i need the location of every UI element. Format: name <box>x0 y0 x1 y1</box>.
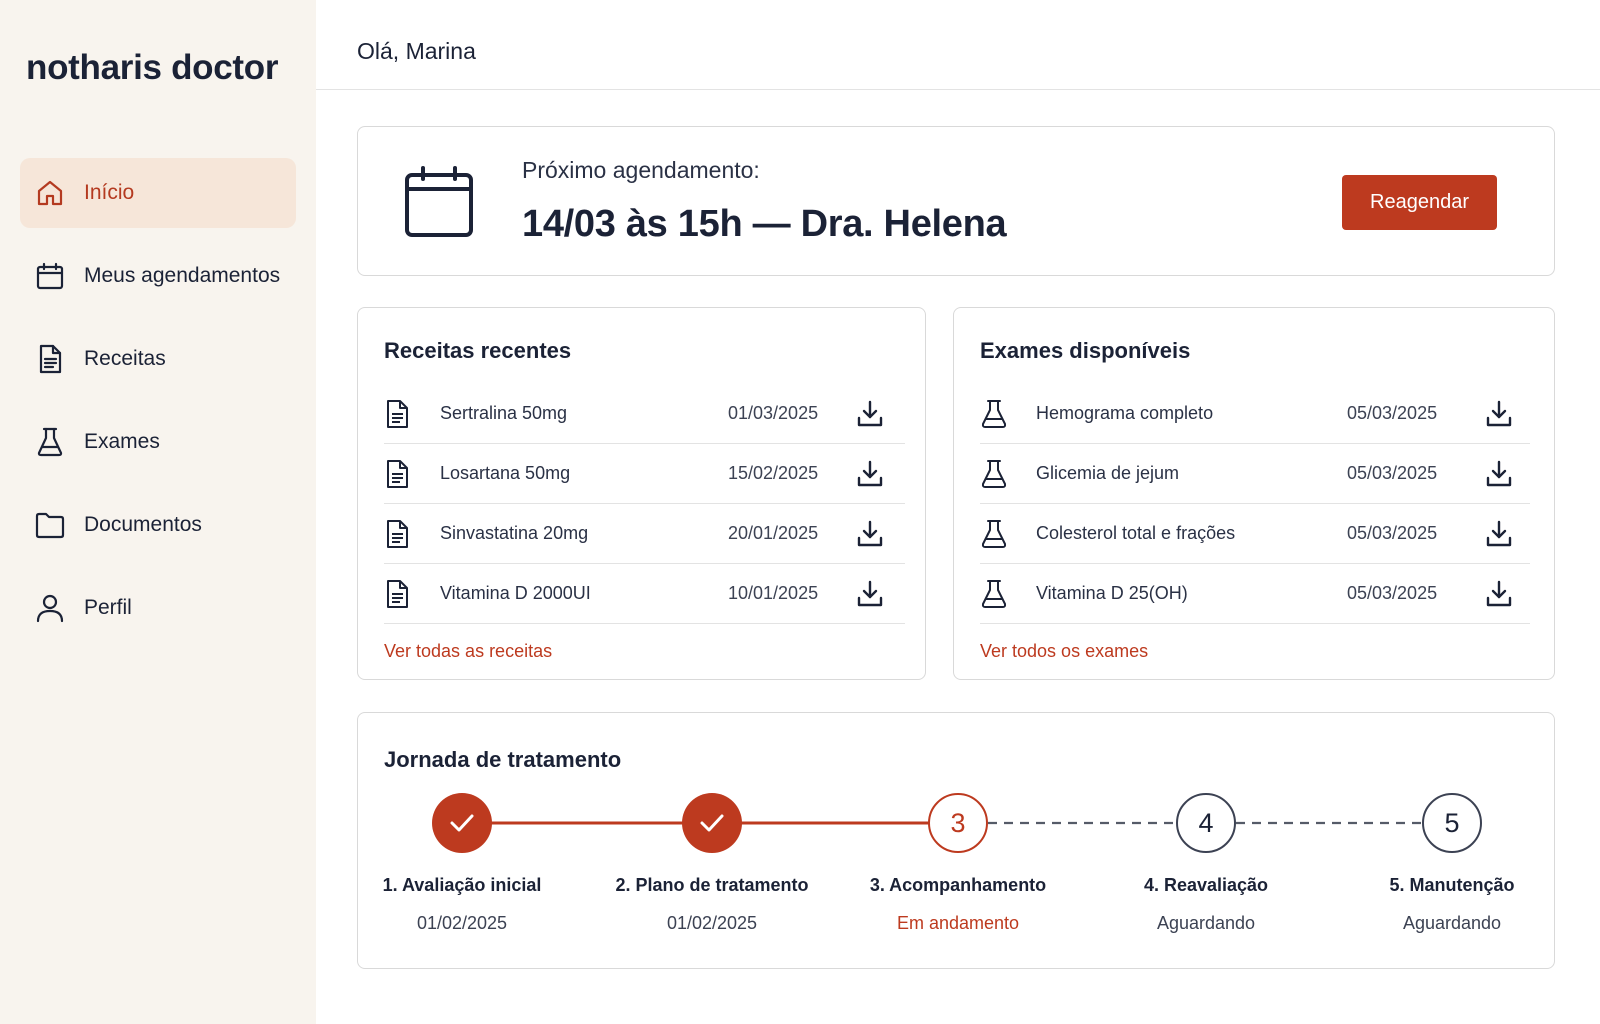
sidebar-item-documentos[interactable]: Documentos <box>20 490 296 560</box>
download-icon[interactable] <box>1483 458 1515 490</box>
list-item: Vitamina D 25(OH) 05/03/2025 <box>980 564 1530 624</box>
prescription-date: 01/03/2025 <box>728 403 819 423</box>
prescription-date: 15/02/2025 <box>728 463 819 483</box>
list-item: Glicemia de jejum 05/03/2025 <box>980 444 1530 504</box>
card-title: Receitas recentes <box>384 338 572 363</box>
flask-icon <box>34 426 66 458</box>
journey-step-status: Aguardando <box>1402 913 1502 933</box>
exam-name: Glicemia de jejum <box>1036 463 1180 483</box>
greeting: Olá, Marina <box>357 38 476 64</box>
flask-icon <box>980 459 1008 489</box>
download-icon[interactable] <box>1483 518 1515 550</box>
journey-step-label: 5. Manutenção <box>1389 875 1515 895</box>
journey-step-label: 4. Reavaliação <box>1143 875 1269 895</box>
download-icon[interactable] <box>854 398 886 430</box>
journey-step-date: 01/02/2025 <box>666 913 758 933</box>
journey-step-label: 2. Plano de tratamento <box>615 875 809 895</box>
exam-name: Colesterol total e frações <box>1036 523 1236 543</box>
flask-icon <box>980 519 1008 549</box>
brand-logo: notharis doctor <box>26 48 279 87</box>
sidebar-item-label: Início <box>84 181 135 204</box>
document-icon <box>384 459 412 489</box>
view-all-prescriptions-link[interactable]: Ver todas as receitas <box>384 641 552 662</box>
sidebar-item-perfil[interactable]: Perfil <box>20 573 296 643</box>
list-item: Sinvastatina 20mg 20/01/2025 <box>384 504 905 564</box>
flask-icon <box>980 399 1008 429</box>
calendar-icon <box>404 165 474 244</box>
list-item: Hemograma completo 05/03/2025 <box>980 384 1530 444</box>
exam-name: Vitamina D 25(OH) <box>1036 583 1188 603</box>
journey-step-label: 1. Avaliação inicial <box>382 875 542 895</box>
sidebar-item-label: Meus agendamentos <box>84 264 281 287</box>
prescription-date: 20/01/2025 <box>728 523 819 543</box>
check-icon <box>700 814 724 832</box>
journey-step-5-marker: 5 <box>1422 793 1482 853</box>
folder-icon <box>34 509 66 541</box>
sidebar-item-label: Documentos <box>84 513 202 536</box>
journey-step-2-marker <box>682 793 742 853</box>
flask-icon <box>980 579 1008 609</box>
journey-step-label: 3. Acompanhamento <box>869 875 1047 895</box>
reschedule-button[interactable]: Reagendar <box>1342 175 1497 230</box>
journey-step-date: 01/02/2025 <box>416 913 508 933</box>
journey-step-1-marker <box>432 793 492 853</box>
exam-name: Hemograma completo <box>1036 403 1214 423</box>
exam-date: 05/03/2025 <box>1347 403 1438 423</box>
sidebar-nav: Início Meus agendamentos Receitas Exames… <box>20 158 296 656</box>
top-header: Olá, Marina <box>316 0 1600 90</box>
list-item: Colesterol total e frações 05/03/2025 <box>980 504 1530 564</box>
sidebar-item-label: Perfil <box>84 596 132 619</box>
list-item: Vitamina D 2000UI 10/01/2025 <box>384 564 905 624</box>
sidebar-item-label: Receitas <box>84 347 166 370</box>
appointment-label: Próximo agendamento: <box>522 157 760 183</box>
appointment-value: 14/03 às 15h — Dra. Helena <box>522 203 1007 245</box>
download-icon[interactable] <box>854 518 886 550</box>
document-icon <box>384 399 412 429</box>
treatment-journey-card: Jornada de tratamento 1. Avaliação inici… <box>357 712 1555 969</box>
download-icon[interactable] <box>854 578 886 610</box>
list-item: Losartana 50mg 15/02/2025 <box>384 444 905 504</box>
exam-date: 05/03/2025 <box>1347 583 1438 603</box>
next-appointment-card: Próximo agendamento: 14/03 às 15h — Dra.… <box>357 126 1555 276</box>
download-icon[interactable] <box>1483 578 1515 610</box>
check-icon <box>450 814 474 832</box>
download-icon[interactable] <box>1483 398 1515 430</box>
list-item: Sertralina 50mg 01/03/2025 <box>384 384 905 444</box>
user-icon <box>34 592 66 624</box>
recent-prescriptions-card: Receitas recentes Sertralina 50mg 01/03/… <box>357 307 926 680</box>
home-icon <box>34 177 66 209</box>
prescription-date: 10/01/2025 <box>728 583 819 603</box>
sidebar-item-meus-agendamentos[interactable]: Meus agendamentos <box>20 241 296 311</box>
download-icon[interactable] <box>854 458 886 490</box>
prescription-name: Losartana 50mg <box>440 463 571 483</box>
view-all-exams-link[interactable]: Ver todos os exames <box>980 641 1148 662</box>
prescription-name: Sertralina 50mg <box>440 403 568 423</box>
sidebar-item-inicio[interactable]: Início <box>20 158 296 228</box>
prescription-name: Sinvastatina 20mg <box>440 523 589 543</box>
sidebar-item-label: Exames <box>84 430 160 453</box>
calendar-icon <box>34 260 66 292</box>
journey-step-4-marker: 4 <box>1176 793 1236 853</box>
sidebar-item-receitas[interactable]: Receitas <box>20 324 296 394</box>
exams-list: Hemograma completo 05/03/2025 Glicemia d… <box>980 384 1530 624</box>
document-icon <box>384 579 412 609</box>
journey-step-3-marker: 3 <box>928 793 988 853</box>
prescription-name: Vitamina D 2000UI <box>440 583 591 603</box>
exam-date: 05/03/2025 <box>1347 523 1438 543</box>
prescriptions-list: Sertralina 50mg 01/03/2025 Losartana 50m… <box>384 384 905 624</box>
journey-step-status: Aguardando <box>1156 913 1256 933</box>
exam-date: 05/03/2025 <box>1347 463 1438 483</box>
document-icon <box>34 343 66 375</box>
card-title: Exames disponíveis <box>980 338 1191 363</box>
document-icon <box>384 519 412 549</box>
journey-step-status: Em andamento <box>896 913 1020 933</box>
available-exams-card: Exames disponíveis Hemograma completo 05… <box>953 307 1555 680</box>
sidebar: notharis doctor Início Meus agendamentos <box>0 0 316 1024</box>
sidebar-item-exames[interactable]: Exames <box>20 407 296 477</box>
